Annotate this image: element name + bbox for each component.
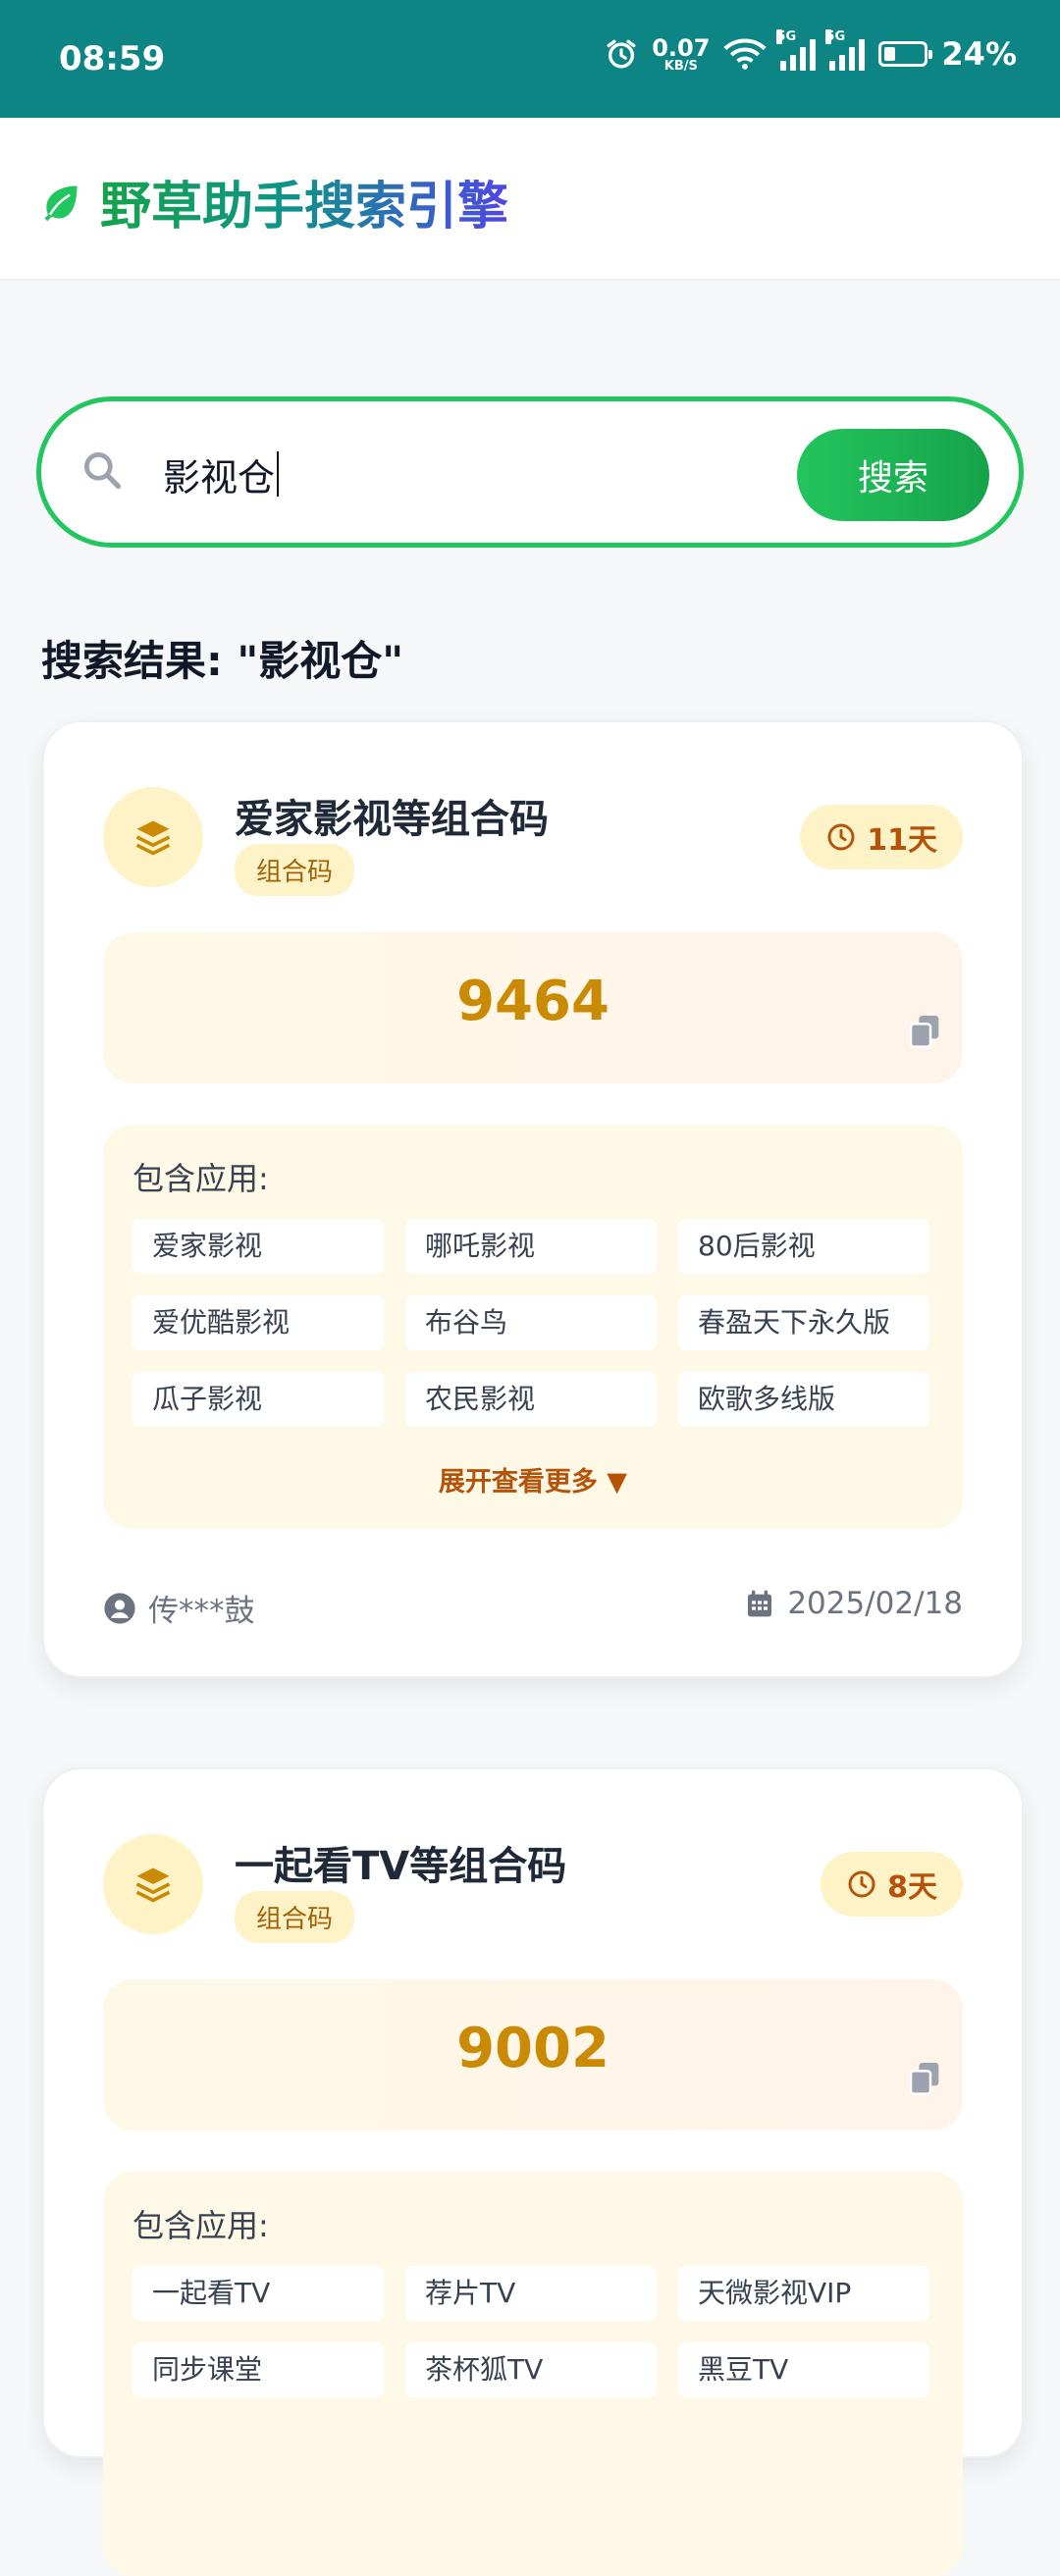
- battery-level: 24%: [941, 35, 1017, 73]
- app-chip: 80后影视: [678, 1219, 929, 1274]
- card-footer: 传***鼓 2025/02/18: [103, 1586, 963, 1635]
- days-text: 11天: [867, 823, 937, 858]
- net-speed-value: 0.07: [652, 33, 711, 62]
- status-icons: 0.07 KB/S 5G 5G 24%: [605, 29, 1017, 73]
- app-chip: 黑豆TV: [678, 2342, 929, 2397]
- alarm-icon: [607, 39, 636, 69]
- status-time: 08:59: [59, 39, 166, 79]
- expand-more-link[interactable]: 展开查看更多 ▼: [103, 1460, 963, 1498]
- net-speed: 0.07 KB/S: [652, 36, 710, 73]
- signal-1-label: 5G: [776, 29, 797, 44]
- results-title: 搜索结果: "影视仓": [41, 637, 404, 685]
- copy-icon[interactable]: [906, 1011, 945, 1050]
- card-title: 爱家影视等组合码: [235, 797, 549, 842]
- code-value: 9464: [456, 970, 610, 1033]
- app-chip: 爱优酷影视: [132, 1295, 384, 1350]
- text-caret: [277, 451, 280, 497]
- app-chip: 一起看TV: [132, 2266, 384, 2321]
- app-chip: 瓜子影视: [132, 1372, 384, 1427]
- layers-icon: [103, 787, 203, 887]
- post-date: 2025/02/18: [744, 1586, 963, 1621]
- app-chip: 茶杯狐TV: [405, 2342, 657, 2397]
- app-chip: 春盈天下永久版: [678, 1295, 929, 1350]
- app-chip: 布谷鸟: [405, 1295, 657, 1350]
- apps-label: 包含应用:: [132, 1160, 269, 1197]
- card-tag: 组合码: [235, 844, 355, 896]
- signal-2-icon: 5G: [825, 29, 866, 71]
- days-badge: 11天: [800, 805, 963, 869]
- wifi-icon: [723, 38, 767, 70]
- app-chip: 农民影视: [405, 1372, 657, 1427]
- signal-1-icon: 5G: [776, 29, 817, 71]
- apps-label: 包含应用:: [132, 2207, 269, 2244]
- card-title: 一起看TV等组合码: [235, 1844, 567, 1889]
- app-chip: 欧歌多线版: [678, 1372, 929, 1427]
- user-icon: [104, 1592, 135, 1624]
- app-chip: 哪吒影视: [405, 1219, 657, 1274]
- author-name: 传***鼓: [148, 1594, 255, 1629]
- card-tag: 组合码: [235, 1891, 355, 1943]
- result-card: 一起看TV等组合码 组合码 8天 9002 包含应用: 一起看TV 荐片TV 天…: [42, 1767, 1024, 2576]
- app-chip: 荐片TV: [405, 2266, 657, 2321]
- code-box[interactable]: 9464: [103, 932, 963, 1083]
- apps-panel: 包含应用: 爱家影视 哪吒影视 80后影视 爱优酷影视 布谷鸟 春盈天下永久版 …: [103, 1125, 963, 1529]
- calendar-icon: [748, 1590, 772, 1617]
- app-chip: 天微影视VIP: [678, 2266, 929, 2321]
- search-button[interactable]: 搜索: [797, 429, 989, 521]
- days-badge: 8天: [821, 1852, 963, 1917]
- search-input-value: 影视仓: [163, 455, 276, 499]
- net-speed-unit: KB/S: [663, 58, 698, 74]
- copy-icon[interactable]: [906, 2058, 945, 2097]
- leaf-icon: [44, 185, 78, 221]
- app-chip: 爱家影视: [132, 1219, 384, 1274]
- app-chip: 同步课堂: [132, 2342, 384, 2397]
- brand-title: 野草助手搜索引擎: [100, 165, 508, 238]
- brand[interactable]: 野草助手搜索引擎: [39, 165, 508, 238]
- result-card: 爱家影视等组合码 组合码 11天 9464 包含应用: 爱家影视 哪吒影视 80…: [42, 720, 1024, 1678]
- apps-panel: 包含应用: 一起看TV 荐片TV 天微影视VIP 同步课堂 茶杯狐TV 黑豆TV: [103, 2172, 963, 2576]
- days-text: 8天: [887, 1870, 937, 1905]
- clock-icon: [848, 1870, 875, 1898]
- code-box[interactable]: 9002: [103, 1979, 963, 2130]
- search-input[interactable]: 影视仓: [163, 435, 713, 513]
- app-header: 野草助手搜索引擎: [0, 118, 1060, 281]
- status-bar: 08:59 0.07 KB/S 5G 5G 24%: [0, 0, 1060, 118]
- battery-icon: [878, 41, 933, 67]
- signal-2-label: 5G: [825, 29, 846, 44]
- search-icon: [84, 452, 122, 490]
- clock-icon: [827, 823, 855, 851]
- layers-icon: [103, 1834, 203, 1934]
- author: 传***鼓: [103, 1586, 255, 1630]
- search-bar: 影视仓 搜索: [36, 396, 1024, 548]
- date-text: 2025/02/18: [787, 1586, 963, 1621]
- code-value: 9002: [456, 2017, 610, 2080]
